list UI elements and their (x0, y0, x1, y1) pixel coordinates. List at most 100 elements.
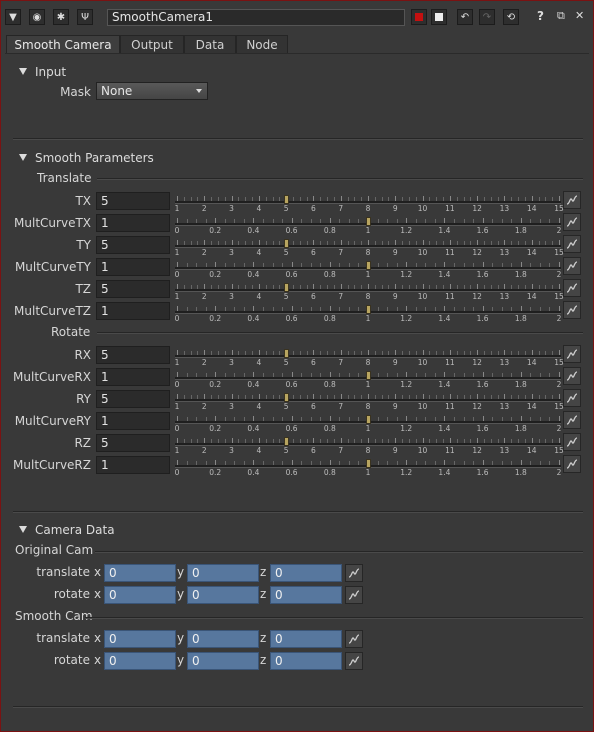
slider-tick-label: 13 (499, 292, 510, 301)
float-icon[interactable]: ⧉ (557, 9, 565, 23)
animation-curve-icon[interactable] (345, 652, 363, 670)
slider-handle[interactable] (284, 283, 290, 292)
animation-curve-icon[interactable] (563, 367, 581, 385)
input-section-header[interactable]: Input (19, 65, 66, 79)
param-slider[interactable]: 1 2 3 4 5 6 7 8 9 10 11 12 13 14 15 (175, 280, 564, 302)
param-value-input[interactable]: 1 (96, 302, 170, 320)
close-icon[interactable]: ✕ (575, 9, 584, 22)
tab-data[interactable]: Data (184, 35, 236, 54)
animation-curve-icon[interactable] (563, 257, 581, 275)
param-value-input[interactable]: 1 (96, 412, 170, 430)
slider-tick (292, 395, 294, 399)
properties-panel: ▼ ◉ ✱ Ψ SmoothCamera1 ↶ ↷ ⟲ ? ⧉ ✕ Smooth… (0, 0, 594, 732)
collapse-triangle-icon[interactable] (19, 68, 27, 75)
smooth-section-header[interactable]: Smooth Parameters (19, 151, 154, 165)
camera-section-header[interactable]: Camera Data (19, 523, 115, 537)
camera-y-input[interactable]: 0 (187, 630, 259, 648)
param-slider[interactable]: 0 0.2 0.4 0.6 0.8 1 1.2 1.4 1.6 1.8 2 (175, 302, 561, 324)
param-slider[interactable]: 0 0.2 0.4 0.6 0.8 1 1.2 1.4 1.6 1.8 2 (175, 258, 561, 280)
param-value-input[interactable]: 5 (96, 346, 170, 364)
camera-x-input[interactable]: 0 (104, 564, 176, 582)
animation-curve-icon[interactable] (563, 433, 581, 451)
param-slider[interactable]: 1 2 3 4 5 6 7 8 9 10 11 12 13 14 15 (175, 390, 564, 412)
param-slider[interactable]: 0 0.2 0.4 0.6 0.8 1 1.2 1.4 1.6 1.8 2 (175, 456, 561, 478)
animation-curve-icon[interactable] (563, 235, 581, 253)
param-slider[interactable]: 0 0.2 0.4 0.6 0.8 1 1.2 1.4 1.6 1.8 2 (175, 412, 561, 434)
slider-handle[interactable] (366, 217, 371, 226)
slider-tick (415, 241, 417, 245)
mask-dropdown[interactable]: None (96, 82, 208, 100)
camera-z-input[interactable]: 0 (270, 586, 342, 604)
param-slider[interactable]: 0 0.2 0.4 0.6 0.8 1 1.2 1.4 1.6 1.8 2 (175, 214, 561, 236)
camera-y-input[interactable]: 0 (187, 586, 259, 604)
camera-x-input[interactable]: 0 (104, 586, 176, 604)
slider-handle[interactable] (284, 195, 290, 204)
revert-icon[interactable]: ⟲ (503, 9, 519, 25)
param-value-input[interactable]: 5 (96, 280, 170, 298)
tab-smooth-camera[interactable]: Smooth Camera (6, 35, 120, 54)
animation-curve-icon[interactable] (563, 213, 581, 231)
collapse-icon[interactable]: ▼ (5, 9, 21, 25)
param-slider[interactable]: 1 2 3 4 5 6 7 8 9 10 11 12 13 14 15 (175, 236, 564, 258)
animation-curve-icon[interactable] (345, 630, 363, 648)
collapse-triangle-icon[interactable] (19, 526, 27, 533)
animation-curve-icon[interactable] (563, 279, 581, 297)
pin-icon[interactable]: Ψ (77, 9, 93, 25)
animation-curve-icon[interactable] (563, 345, 581, 363)
slider-handle[interactable] (366, 371, 371, 380)
animation-curve-icon[interactable] (345, 564, 363, 582)
slider-tick (520, 460, 522, 465)
animation-curve-icon[interactable] (563, 411, 581, 429)
animation-curve-icon[interactable] (563, 455, 581, 473)
animation-curve-icon[interactable] (563, 301, 581, 319)
help-icon[interactable]: ? (537, 9, 544, 23)
param-value-input[interactable]: 5 (96, 192, 170, 210)
param-value-input[interactable]: 1 (96, 456, 170, 474)
redo-icon[interactable]: ↷ (479, 9, 495, 25)
wand-icon[interactable]: ✱ (53, 9, 69, 25)
node-name-field[interactable]: SmoothCamera1 (107, 9, 405, 26)
camera-y-input[interactable]: 0 (187, 652, 259, 670)
slider-handle[interactable] (366, 305, 371, 314)
slider-tick (262, 417, 264, 421)
camera-x-input[interactable]: 0 (104, 630, 176, 648)
slider-handle[interactable] (366, 415, 371, 424)
param-value-input[interactable]: 1 (96, 258, 170, 276)
slash-square-icon[interactable] (431, 9, 447, 25)
slider-tick-label: 1.6 (476, 314, 489, 323)
camera-y-input[interactable]: 0 (187, 564, 259, 582)
animation-curve-icon[interactable] (563, 389, 581, 407)
slider-handle[interactable] (366, 261, 371, 270)
slider-handle[interactable] (284, 393, 290, 402)
param-value-input[interactable]: 5 (96, 390, 170, 408)
camera-x-input[interactable]: 0 (104, 652, 176, 670)
undo-icon[interactable]: ↶ (457, 9, 473, 25)
slider-tick (453, 461, 455, 465)
param-slider[interactable]: 1 2 3 4 5 6 7 8 9 10 11 12 13 14 15 (175, 192, 564, 214)
camera-z-input[interactable]: 0 (270, 630, 342, 648)
axis-label-x: x (94, 631, 102, 645)
collapse-triangle-icon[interactable] (19, 154, 27, 161)
slider-tick (186, 307, 188, 311)
param-value-input[interactable]: 1 (96, 368, 170, 386)
tab-output[interactable]: Output (120, 35, 184, 54)
slider-tick (395, 350, 397, 355)
slider-handle[interactable] (284, 437, 290, 446)
param-slider[interactable]: 1 2 3 4 5 6 7 8 9 10 11 12 13 14 15 (175, 346, 564, 368)
slider-handle[interactable] (284, 349, 290, 358)
camera-z-input[interactable]: 0 (270, 652, 342, 670)
param-slider[interactable]: 0 0.2 0.4 0.6 0.8 1 1.2 1.4 1.6 1.8 2 (175, 368, 561, 390)
param-slider[interactable]: 1 2 3 4 5 6 7 8 9 10 11 12 13 14 15 (175, 434, 564, 456)
tab-node[interactable]: Node (236, 35, 288, 54)
viewer-circle-icon[interactable]: ◉ (29, 9, 45, 25)
red-square-icon[interactable] (411, 9, 427, 25)
camera-z-input[interactable]: 0 (270, 564, 342, 582)
param-value-input[interactable]: 5 (96, 236, 170, 254)
animation-curve-icon[interactable] (563, 191, 581, 209)
param-value-input[interactable]: 5 (96, 434, 170, 452)
param-value-input[interactable]: 1 (96, 214, 170, 232)
animation-curve-icon[interactable] (345, 586, 363, 604)
slider-handle[interactable] (284, 239, 290, 248)
slider-handle[interactable] (366, 459, 371, 468)
slider-tick (217, 197, 219, 201)
